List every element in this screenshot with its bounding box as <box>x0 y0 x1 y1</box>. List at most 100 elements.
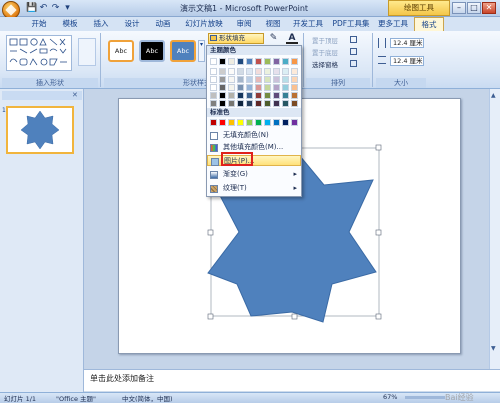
standard-color-swatch[interactable] <box>291 119 298 126</box>
theme-color-swatch[interactable] <box>255 100 262 107</box>
theme-color-swatch[interactable] <box>282 100 289 107</box>
resize-handle[interactable] <box>291 313 298 320</box>
minimize-button[interactable]: – <box>452 2 466 14</box>
theme-color-swatch[interactable] <box>264 84 271 91</box>
theme-color-swatch[interactable] <box>237 84 244 91</box>
theme-color-swatch[interactable] <box>273 100 280 107</box>
send-to-back-button[interactable]: 置于底层 <box>312 47 338 57</box>
undo-icon[interactable]: ↶ <box>38 3 49 14</box>
slides-pane-tabs[interactable] <box>2 91 82 100</box>
theme-color-swatch[interactable] <box>210 68 217 75</box>
standard-color-swatch[interactable] <box>282 119 289 126</box>
shape-outline-icon[interactable]: ✎ <box>268 33 279 44</box>
standard-color-swatch[interactable] <box>255 119 262 126</box>
theme-color-swatch[interactable] <box>210 100 217 107</box>
theme-color-swatch[interactable] <box>255 68 262 75</box>
theme-color-swatch[interactable] <box>291 58 298 65</box>
tab-view[interactable]: 视图 <box>259 17 287 31</box>
theme-color-swatch[interactable] <box>246 68 253 75</box>
resize-handle[interactable] <box>207 313 214 320</box>
tab-more-tools[interactable]: 更多工具 <box>374 17 412 31</box>
standard-color-swatch[interactable] <box>210 119 217 126</box>
theme-color-swatch[interactable] <box>210 84 217 91</box>
edit-shape-button[interactable] <box>78 38 96 66</box>
standard-color-swatch[interactable] <box>273 119 280 126</box>
theme-color-swatch[interactable] <box>246 84 253 91</box>
selection-pane-button[interactable]: 选择窗格 <box>312 59 338 69</box>
shape-style-1[interactable]: Abc <box>108 40 134 62</box>
tab-animations[interactable]: 动画 <box>148 17 178 31</box>
theme-color-swatch[interactable] <box>255 84 262 91</box>
resize-handle[interactable] <box>375 313 382 320</box>
tab-design[interactable]: 设计 <box>117 17 147 31</box>
tab-format[interactable]: 格式 <box>414 17 444 31</box>
resize-handle[interactable] <box>207 229 214 236</box>
theme-color-swatch[interactable] <box>237 76 244 83</box>
standard-color-swatch[interactable] <box>237 119 244 126</box>
close-button[interactable]: ✕ <box>482 2 496 14</box>
tab-slideshow[interactable]: 幻灯片放映 <box>179 17 229 31</box>
theme-color-swatch[interactable] <box>246 76 253 83</box>
theme-color-swatch[interactable] <box>228 76 235 83</box>
theme-color-swatch[interactable] <box>228 68 235 75</box>
theme-color-swatch[interactable] <box>219 58 226 65</box>
theme-color-swatch[interactable] <box>264 68 271 75</box>
resize-handle[interactable] <box>375 229 382 236</box>
theme-color-swatch[interactable] <box>219 76 226 83</box>
customize-quick-access-icon[interactable]: ▾ <box>62 3 73 14</box>
theme-color-swatch[interactable] <box>282 58 289 65</box>
theme-color-swatch[interactable] <box>291 76 298 83</box>
theme-color-swatch[interactable] <box>291 84 298 91</box>
slide-thumbnail[interactable] <box>6 106 74 154</box>
theme-color-swatch[interactable] <box>219 92 226 99</box>
close-pane-icon[interactable]: ✕ <box>72 91 78 99</box>
theme-color-swatch[interactable] <box>246 92 253 99</box>
theme-color-swatch[interactable] <box>237 92 244 99</box>
standard-color-swatch[interactable] <box>246 119 253 126</box>
theme-color-swatch[interactable] <box>219 100 226 107</box>
theme-color-swatch[interactable] <box>291 68 298 75</box>
theme-color-swatch[interactable] <box>255 76 262 83</box>
theme-color-swatch[interactable] <box>255 92 262 99</box>
tab-pdf-tools[interactable]: PDF工具集 <box>329 17 373 31</box>
standard-color-swatch[interactable] <box>219 119 226 126</box>
tab-templates[interactable]: 模板 <box>55 17 85 31</box>
shape-style-3[interactable]: Abc <box>170 40 196 62</box>
theme-color-swatch[interactable] <box>264 76 271 83</box>
standard-color-swatch[interactable] <box>228 119 235 126</box>
scroll-up-icon[interactable]: ▲ <box>491 92 498 99</box>
theme-color-swatch[interactable] <box>219 68 226 75</box>
theme-color-swatch[interactable] <box>210 92 217 99</box>
save-icon[interactable]: 💾 <box>26 3 37 14</box>
shape-gallery[interactable] <box>6 35 72 71</box>
theme-color-swatch[interactable] <box>228 84 235 91</box>
tab-review[interactable]: 审阅 <box>230 17 258 31</box>
resize-handle[interactable] <box>375 144 382 151</box>
theme-color-swatch[interactable] <box>228 58 235 65</box>
bring-to-front-button[interactable]: 置于顶层 <box>312 35 338 45</box>
theme-color-swatch[interactable] <box>282 92 289 99</box>
scroll-down-icon[interactable]: ▼ <box>491 345 498 352</box>
shape-height-field[interactable]: 12.4 厘米 <box>390 38 424 48</box>
theme-color-swatch[interactable] <box>282 76 289 83</box>
theme-color-swatch[interactable] <box>210 76 217 83</box>
theme-color-swatch[interactable] <box>264 100 271 107</box>
tab-insert[interactable]: 插入 <box>86 17 116 31</box>
theme-color-swatch[interactable] <box>273 76 280 83</box>
theme-color-swatch[interactable] <box>228 100 235 107</box>
theme-color-swatch[interactable] <box>237 100 244 107</box>
theme-color-swatch[interactable] <box>228 92 235 99</box>
shape-width-field[interactable]: 12.4 厘米 <box>390 56 424 66</box>
theme-color-swatch[interactable] <box>246 58 253 65</box>
theme-color-swatch[interactable] <box>273 58 280 65</box>
theme-color-swatch[interactable] <box>291 92 298 99</box>
rotate-icon[interactable] <box>350 60 357 67</box>
texture-fill-option[interactable]: 纹理(T) ▸ <box>207 183 301 194</box>
no-fill-option[interactable]: 无填充颜色(N) <box>207 130 301 141</box>
theme-color-swatch[interactable] <box>264 92 271 99</box>
zoom-level[interactable]: 67% <box>383 393 397 401</box>
text-fill-icon[interactable]: A <box>286 33 298 44</box>
theme-color-swatch[interactable] <box>282 84 289 91</box>
theme-color-swatch[interactable] <box>246 100 253 107</box>
theme-color-swatch[interactable] <box>264 58 271 65</box>
